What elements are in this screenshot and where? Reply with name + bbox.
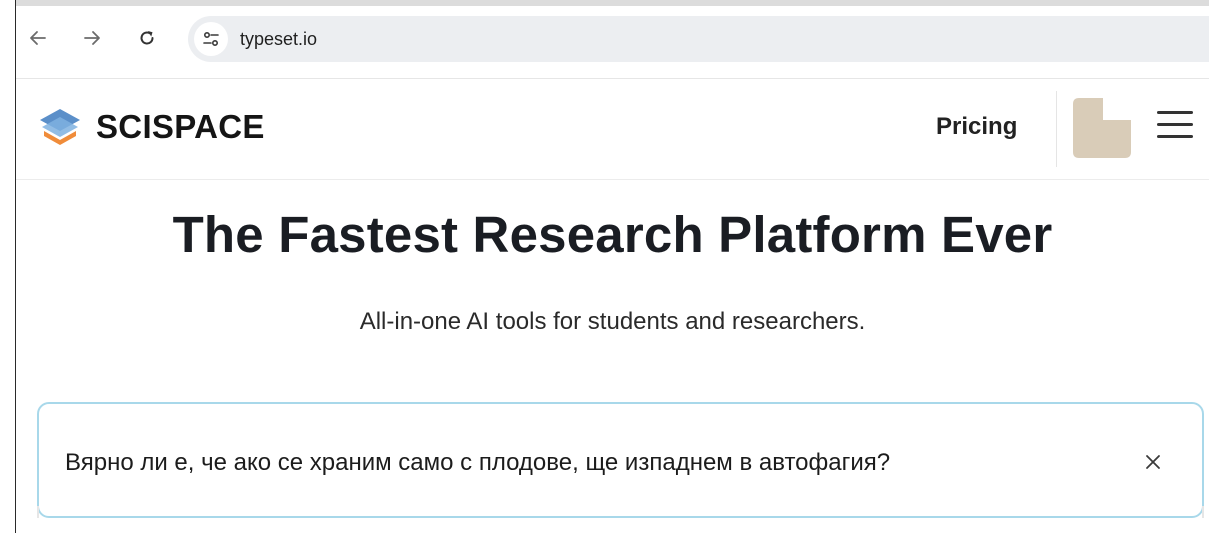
pricing-link[interactable]: Pricing: [936, 113, 1017, 141]
tab-strip-edge: [16, 0, 1209, 6]
site-info-button[interactable]: [194, 22, 228, 56]
web-page: SCISPACE Pricing The Fastest Research Pl…: [16, 79, 1209, 533]
scispace-logo-icon: [40, 109, 80, 145]
clear-query-button[interactable]: [1139, 448, 1167, 476]
hamburger-menu-button[interactable]: [1157, 111, 1193, 143]
close-icon: [1146, 455, 1160, 469]
hamburger-menu-icon: [1157, 111, 1193, 138]
reload-icon: [140, 31, 154, 45]
search-box-lower-edge: [37, 506, 1204, 518]
hero-title: The Fastest Research Platform Ever: [172, 206, 1053, 263]
avatar-image: [1073, 98, 1131, 158]
avatar[interactable]: [1073, 98, 1131, 158]
address-bar[interactable]: typeset.io: [188, 16, 1209, 62]
forward-button[interactable]: [80, 26, 104, 50]
back-button[interactable]: [26, 26, 50, 50]
scispace-logo[interactable]: SCISPACE: [38, 105, 265, 149]
hero-subtitle: All-in-one AI tools for students and res…: [359, 308, 866, 335]
header-divider: [1056, 91, 1057, 167]
search-query-text[interactable]: Вярно ли е, че ако се храним само с плод…: [65, 449, 890, 477]
tune-icon: [203, 31, 219, 47]
brand-name: SCISPACE: [96, 108, 265, 145]
browser-toolbar: typeset.io: [16, 0, 1209, 79]
search-query-box[interactable]: Вярно ли е, че ако се храним само с плод…: [37, 402, 1204, 518]
window-frame: [0, 0, 16, 533]
reload-button[interactable]: [135, 26, 159, 50]
site-header: SCISPACE Pricing: [16, 79, 1209, 180]
arrow-left-icon: [30, 31, 46, 45]
arrow-right-icon: [84, 31, 100, 45]
url-text[interactable]: typeset.io: [240, 29, 317, 50]
